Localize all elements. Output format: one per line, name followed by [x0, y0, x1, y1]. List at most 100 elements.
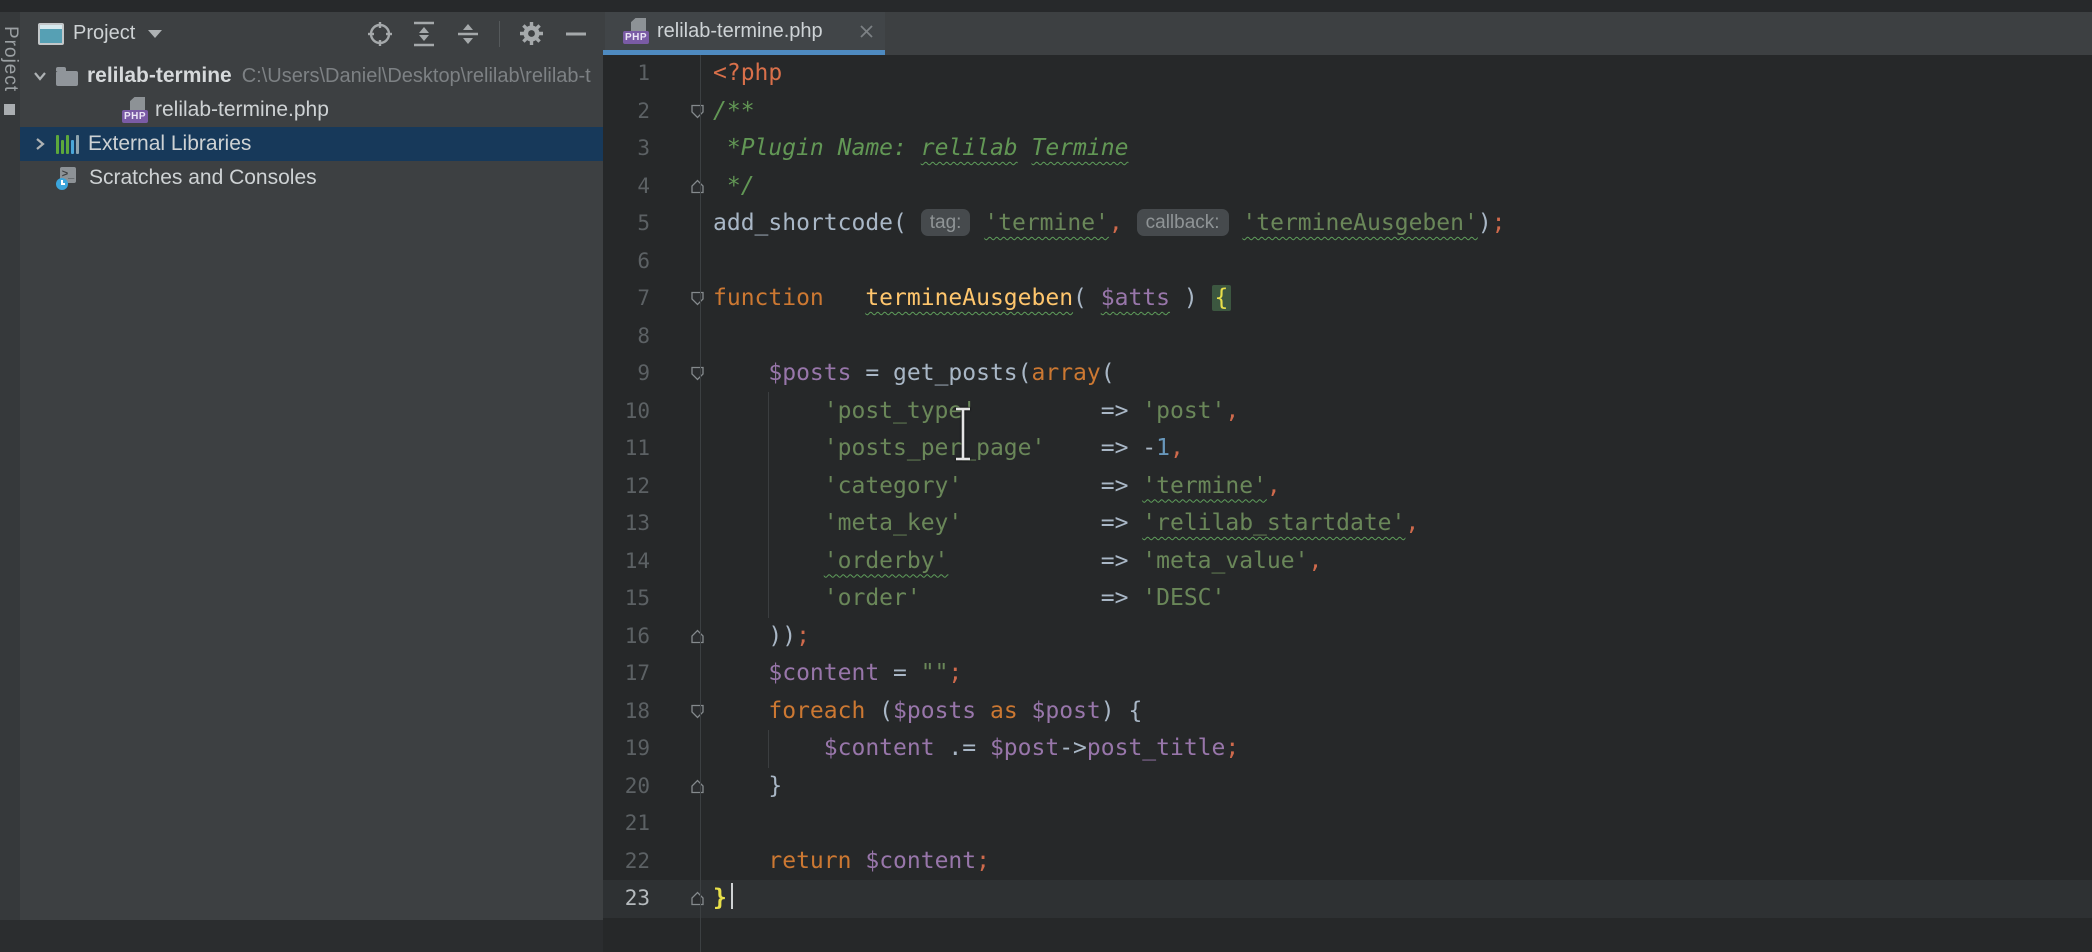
line-number: 18: [603, 693, 660, 731]
tree-item-path: C:\Users\Daniel\Desktop\relilab\relilab-…: [242, 65, 591, 88]
tree-item-label: External Libraries: [88, 132, 251, 156]
code-line-7[interactable]: 7function termineAusgeben( $atts ) {: [603, 280, 2092, 318]
code-line-3[interactable]: 3 *Plugin Name: relilab Termine: [603, 130, 2092, 168]
parameter-hint-pill: callback:: [1137, 209, 1229, 236]
fold-marker-up[interactable]: [660, 618, 713, 656]
line-number: 1: [603, 55, 660, 93]
settings-gear-icon[interactable]: [518, 20, 545, 47]
fold-column: [660, 505, 713, 543]
code-line-1[interactable]: 1 <?php: [603, 55, 2092, 93]
code-text: 'orderby' => 'meta_value',: [713, 543, 1322, 581]
line-number: 7: [603, 280, 660, 318]
tree-row-relilab-termine[interactable]: relilab-termineC:\Users\Daniel\Desktop\r…: [20, 59, 603, 93]
chevron-down-icon[interactable]: [24, 68, 56, 84]
line-number: 11: [603, 430, 660, 468]
tree-item-label: Scratches and Consoles: [89, 166, 317, 190]
php-file-icon: PHP: [122, 97, 146, 123]
fold-column: [660, 243, 713, 281]
code-text: $content .= $post->post_title;: [713, 730, 1239, 768]
fold-marker-down[interactable]: [660, 93, 713, 131]
code-line-13[interactable]: 13 'meta_key' => 'relilab_startdate',: [603, 505, 2092, 543]
tool-window-square-icon[interactable]: [4, 104, 15, 115]
project-toolbar: Project: [20, 12, 603, 55]
fold-column: [660, 205, 713, 243]
line-number: 20: [603, 768, 660, 806]
fold-column: [660, 730, 713, 768]
code-line-9[interactable]: 9 $posts = get_posts(array(: [603, 355, 2092, 393]
code-line-10[interactable]: 10 'post_type' => 'post',: [603, 393, 2092, 431]
code-text: *Plugin Name: relilab Termine: [713, 130, 1128, 168]
expand-all-button[interactable]: [411, 20, 437, 48]
line-number: 9: [603, 355, 660, 393]
code-line-11[interactable]: 11 'posts_per_page' => -1,: [603, 430, 2092, 468]
fold-marker-up[interactable]: [660, 168, 713, 206]
tree-row-relilab-termine-php[interactable]: PHPrelilab-termine.php: [20, 93, 603, 127]
fold-column: [660, 805, 713, 843]
chevron-right-icon[interactable]: [24, 136, 56, 152]
fold-marker-up[interactable]: [660, 768, 713, 806]
code-line-17[interactable]: 17 $content = "";: [603, 655, 2092, 693]
code-text: $posts = get_posts(array(: [713, 355, 1115, 393]
code-line-2[interactable]: 2 /**: [603, 93, 2092, 131]
line-number: 19: [603, 730, 660, 768]
code-line-15[interactable]: 15 'order' => 'DESC': [603, 580, 2092, 618]
code-text: <?php: [713, 55, 782, 93]
code-line-6[interactable]: 6: [603, 243, 2092, 281]
close-tab-icon[interactable]: [858, 23, 875, 40]
line-number: 12: [603, 468, 660, 506]
code-line-20[interactable]: 20 }: [603, 768, 2092, 806]
code-line-8[interactable]: 8: [603, 318, 2092, 356]
tab-title: relilab-termine.php: [657, 20, 823, 43]
parameter-hint-pill: tag:: [921, 209, 971, 236]
project-tree-panel: relilab-termineC:\Users\Daniel\Desktop\r…: [20, 55, 603, 920]
fold-column: [660, 543, 713, 581]
hide-panel-button[interactable]: [563, 21, 589, 47]
line-number: 4: [603, 168, 660, 206]
tool-window-bar: Project: [0, 12, 21, 920]
php-file-icon: PHP: [623, 18, 647, 44]
tree-row-scratches-and-consoles[interactable]: >_ Scratches and Consoles: [20, 161, 603, 195]
code-line-12[interactable]: 12 'category' => 'termine',: [603, 468, 2092, 506]
tree-row-external-libraries[interactable]: External Libraries: [20, 127, 603, 161]
code-line-21[interactable]: 21: [603, 805, 2092, 843]
fold-marker-down[interactable]: [660, 280, 713, 318]
code-line-16[interactable]: 16 ));: [603, 618, 2092, 656]
fold-column: [660, 393, 713, 431]
line-number: 23: [603, 880, 660, 918]
locate-file-button[interactable]: [367, 21, 393, 47]
code-text: 'post_type' => 'post',: [713, 393, 1239, 431]
line-number: 22: [603, 843, 660, 881]
line-number: 16: [603, 618, 660, 656]
text-caret: [731, 883, 733, 909]
code-line-22[interactable]: 22 return $content;: [603, 843, 2092, 881]
code-text: foreach ($posts as $post) {: [713, 693, 1142, 731]
editor-tab-bar: PHP relilab-termine.php: [603, 12, 2092, 55]
code-text: /**: [713, 93, 755, 131]
code-text: 'posts_per_page' => -1,: [713, 430, 1184, 468]
code-text: 'category' => 'termine',: [713, 468, 1281, 506]
fold-marker-down[interactable]: [660, 355, 713, 393]
fold-marker-up[interactable]: [660, 880, 713, 918]
line-number: 14: [603, 543, 660, 581]
code-line-18[interactable]: 18 foreach ($posts as $post) {: [603, 693, 2092, 731]
code-line-23[interactable]: 23}: [603, 880, 2092, 918]
toolbar-separator: [499, 21, 500, 47]
code-text: }: [713, 880, 733, 918]
code-line-4[interactable]: 4 */: [603, 168, 2092, 206]
scratches-icon: >_: [56, 166, 80, 190]
fold-marker-down[interactable]: [660, 693, 713, 731]
chevron-down-icon: [148, 30, 162, 38]
tab-relilab-termine-php[interactable]: PHP relilab-termine.php: [605, 12, 885, 50]
code-line-14[interactable]: 14 'orderby' => 'meta_value',: [603, 543, 2092, 581]
project-view-selector[interactable]: Project: [38, 22, 162, 45]
indent-guide: [768, 392, 769, 618]
line-number: 17: [603, 655, 660, 693]
collapse-all-button[interactable]: [455, 20, 481, 48]
project-view-label: Project: [73, 22, 135, 45]
code-text: return $content;: [713, 843, 990, 881]
code-line-19[interactable]: 19 $content .= $post->post_title;: [603, 730, 2092, 768]
project-tool-window-button[interactable]: Project: [0, 26, 21, 92]
code-line-5[interactable]: 5add_shortcode( tag: 'termine', callback…: [603, 205, 2092, 243]
code-editor[interactable]: 1 <?php 2 /**3 *Plugin Name: relilab Termin…: [603, 55, 2092, 952]
line-number: 2: [603, 93, 660, 131]
